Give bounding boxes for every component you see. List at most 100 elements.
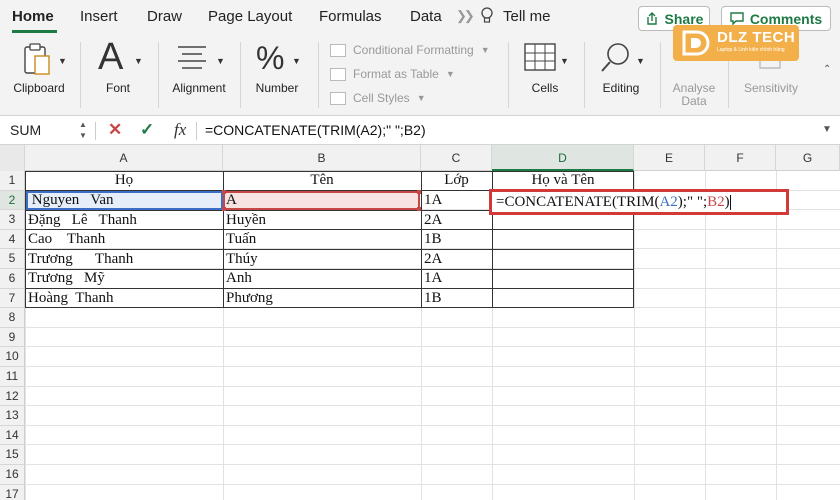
insert-function-icon[interactable]: fx: [174, 120, 186, 140]
row-header-5[interactable]: 5: [0, 249, 25, 269]
row-header-3[interactable]: 3: [0, 210, 25, 230]
alignment-group[interactable]: ▼ Alignment: [166, 34, 232, 114]
cell-b4[interactable]: Tuấn: [223, 230, 421, 250]
row-header-17[interactable]: 17: [0, 484, 25, 500]
column-header-d[interactable]: D: [492, 145, 634, 171]
tab-home[interactable]: Home: [12, 8, 54, 25]
ribbon-divider: [80, 42, 81, 108]
cell-b2[interactable]: A: [223, 191, 421, 211]
row-header-7[interactable]: 7: [0, 288, 25, 309]
clipboard-group[interactable]: ▼ Clipboard: [6, 34, 72, 114]
confirm-icon[interactable]: ✓: [140, 120, 154, 140]
grid-line: [25, 483, 840, 485]
cell-d2-editor[interactable]: =CONCATENATE(TRIM(A2);" ";B2): [489, 189, 789, 215]
row-header-13[interactable]: 13: [0, 406, 25, 426]
font-chevron-down-icon[interactable]: ▼: [134, 56, 143, 66]
cell-b7[interactable]: Phương: [223, 289, 421, 309]
number-chevron-down-icon[interactable]: ▼: [292, 56, 301, 66]
analyse-data-label-1: Analyse: [672, 81, 716, 95]
alignment-chevron-down-icon[interactable]: ▼: [216, 56, 225, 66]
row-header-14[interactable]: 14: [0, 425, 25, 446]
tab-data[interactable]: Data: [410, 8, 442, 25]
cell-b6[interactable]: Anh: [223, 269, 421, 289]
column-header-f[interactable]: F: [705, 145, 776, 171]
grid-line: [25, 326, 840, 328]
comment-icon: [730, 12, 744, 25]
number-group[interactable]: % ▼ Number: [246, 34, 308, 114]
cell-c3[interactable]: 2A: [421, 211, 492, 231]
cell-a7[interactable]: Hoàng Thanh: [25, 289, 223, 309]
column-header-b[interactable]: B: [223, 145, 421, 171]
brand-logo: DLZ TECH Laptop & Linh kiện chính hãng: [673, 25, 799, 61]
tell-me-search[interactable]: Tell me: [503, 8, 551, 25]
cancel-icon[interactable]: ✕: [108, 120, 122, 140]
sensitivity-label: Sensitivity: [743, 81, 799, 95]
column-header-c[interactable]: C: [421, 145, 492, 171]
cell-b5[interactable]: Thúy: [223, 250, 421, 270]
cell-c7[interactable]: 1B: [421, 289, 492, 309]
column-header-g[interactable]: G: [776, 145, 840, 171]
grid-line: [25, 444, 840, 446]
format-as-table-button[interactable]: Format as Table ▼: [330, 64, 455, 84]
cells-grid-icon: [524, 43, 556, 71]
cell-d2-formula[interactable]: =CONCATENATE(TRIM(A2);" ";B2): [496, 194, 731, 211]
row-header-10[interactable]: 10: [0, 347, 25, 367]
row-header-12[interactable]: 12: [0, 386, 25, 407]
row-header-9[interactable]: 9: [0, 327, 25, 348]
row-header-6[interactable]: 6: [0, 269, 25, 289]
number-label: Number: [255, 81, 299, 95]
clipboard-label: Clipboard: [13, 81, 65, 95]
row-header-4[interactable]: 4: [0, 229, 25, 250]
align-lines-icon: [178, 46, 206, 69]
font-group[interactable]: A ▼ Font: [88, 34, 148, 114]
cell-a2[interactable]: Nguyen Van: [25, 191, 223, 211]
cells-group[interactable]: ▼ Cells: [514, 34, 576, 114]
cell-b3[interactable]: Huyền: [223, 211, 421, 231]
cell-styles-button[interactable]: Cell Styles ▼: [330, 88, 426, 108]
tab-draw[interactable]: Draw: [147, 8, 182, 25]
logo-text: DLZ TECH: [717, 29, 796, 46]
alignment-label: Alignment: [172, 81, 226, 95]
cell-b1[interactable]: Tên: [223, 171, 421, 191]
cell-c5[interactable]: 2A: [421, 250, 492, 270]
cell-a1[interactable]: Họ: [25, 171, 223, 191]
expand-formula-chevron-down-icon[interactable]: ▼: [822, 124, 832, 135]
editing-group[interactable]: ▼ Editing: [590, 34, 652, 114]
cell-d1[interactable]: Họ và Tên: [492, 171, 634, 191]
more-tabs-chevron-icon[interactable]: ❯❯: [456, 8, 475, 24]
cell-a3[interactable]: Đặng Lê Thanh: [25, 211, 223, 231]
cell-a5[interactable]: Trương Thanh: [25, 250, 223, 270]
row-header-15[interactable]: 15: [0, 445, 25, 465]
cell-c1[interactable]: Lớp: [421, 171, 492, 191]
cell-c2[interactable]: 1A: [421, 191, 492, 211]
format-as-table-label: Format as Table: [353, 67, 439, 81]
active-tab-indicator: [12, 30, 57, 33]
row-header-1[interactable]: 1: [0, 171, 25, 191]
format-as-table-chevron-down-icon: ▼: [445, 69, 455, 79]
name-box-stepper-icon[interactable]: ▲ ▼: [79, 119, 87, 141]
cell-a6[interactable]: Trương Mỹ: [25, 269, 223, 289]
ribbon-divider: [318, 42, 319, 108]
conditional-formatting-button[interactable]: Conditional Formatting ▼: [330, 40, 490, 60]
editing-chevron-down-icon[interactable]: ▼: [636, 56, 645, 66]
grid-line: [25, 405, 840, 407]
tab-formulas[interactable]: Formulas: [319, 8, 382, 25]
column-header-a[interactable]: A: [25, 145, 223, 171]
column-header-e[interactable]: E: [634, 145, 705, 171]
conditional-formatting-icon: [330, 43, 346, 57]
tab-insert[interactable]: Insert: [80, 8, 118, 25]
cells-chevron-down-icon[interactable]: ▼: [560, 56, 569, 66]
row-header-16[interactable]: 16: [0, 465, 25, 485]
grid-line: [25, 366, 840, 367]
tab-page-layout[interactable]: Page Layout: [208, 8, 292, 25]
cell-c4[interactable]: 1B: [421, 230, 492, 250]
row-header-2[interactable]: 2: [0, 190, 25, 211]
cell-a4[interactable]: Cao Thanh: [25, 230, 223, 250]
clipboard-chevron-down-icon[interactable]: ▼: [58, 56, 67, 66]
row-header-8[interactable]: 8: [0, 308, 25, 328]
ribbon-collapse-chevron-icon[interactable]: ⌃: [823, 64, 831, 75]
select-all-corner[interactable]: [0, 145, 25, 171]
formula-input[interactable]: =CONCATENATE(TRIM(A2);" ";B2): [205, 122, 426, 138]
cell-c6[interactable]: 1A: [421, 269, 492, 289]
row-header-11[interactable]: 11: [0, 367, 25, 387]
